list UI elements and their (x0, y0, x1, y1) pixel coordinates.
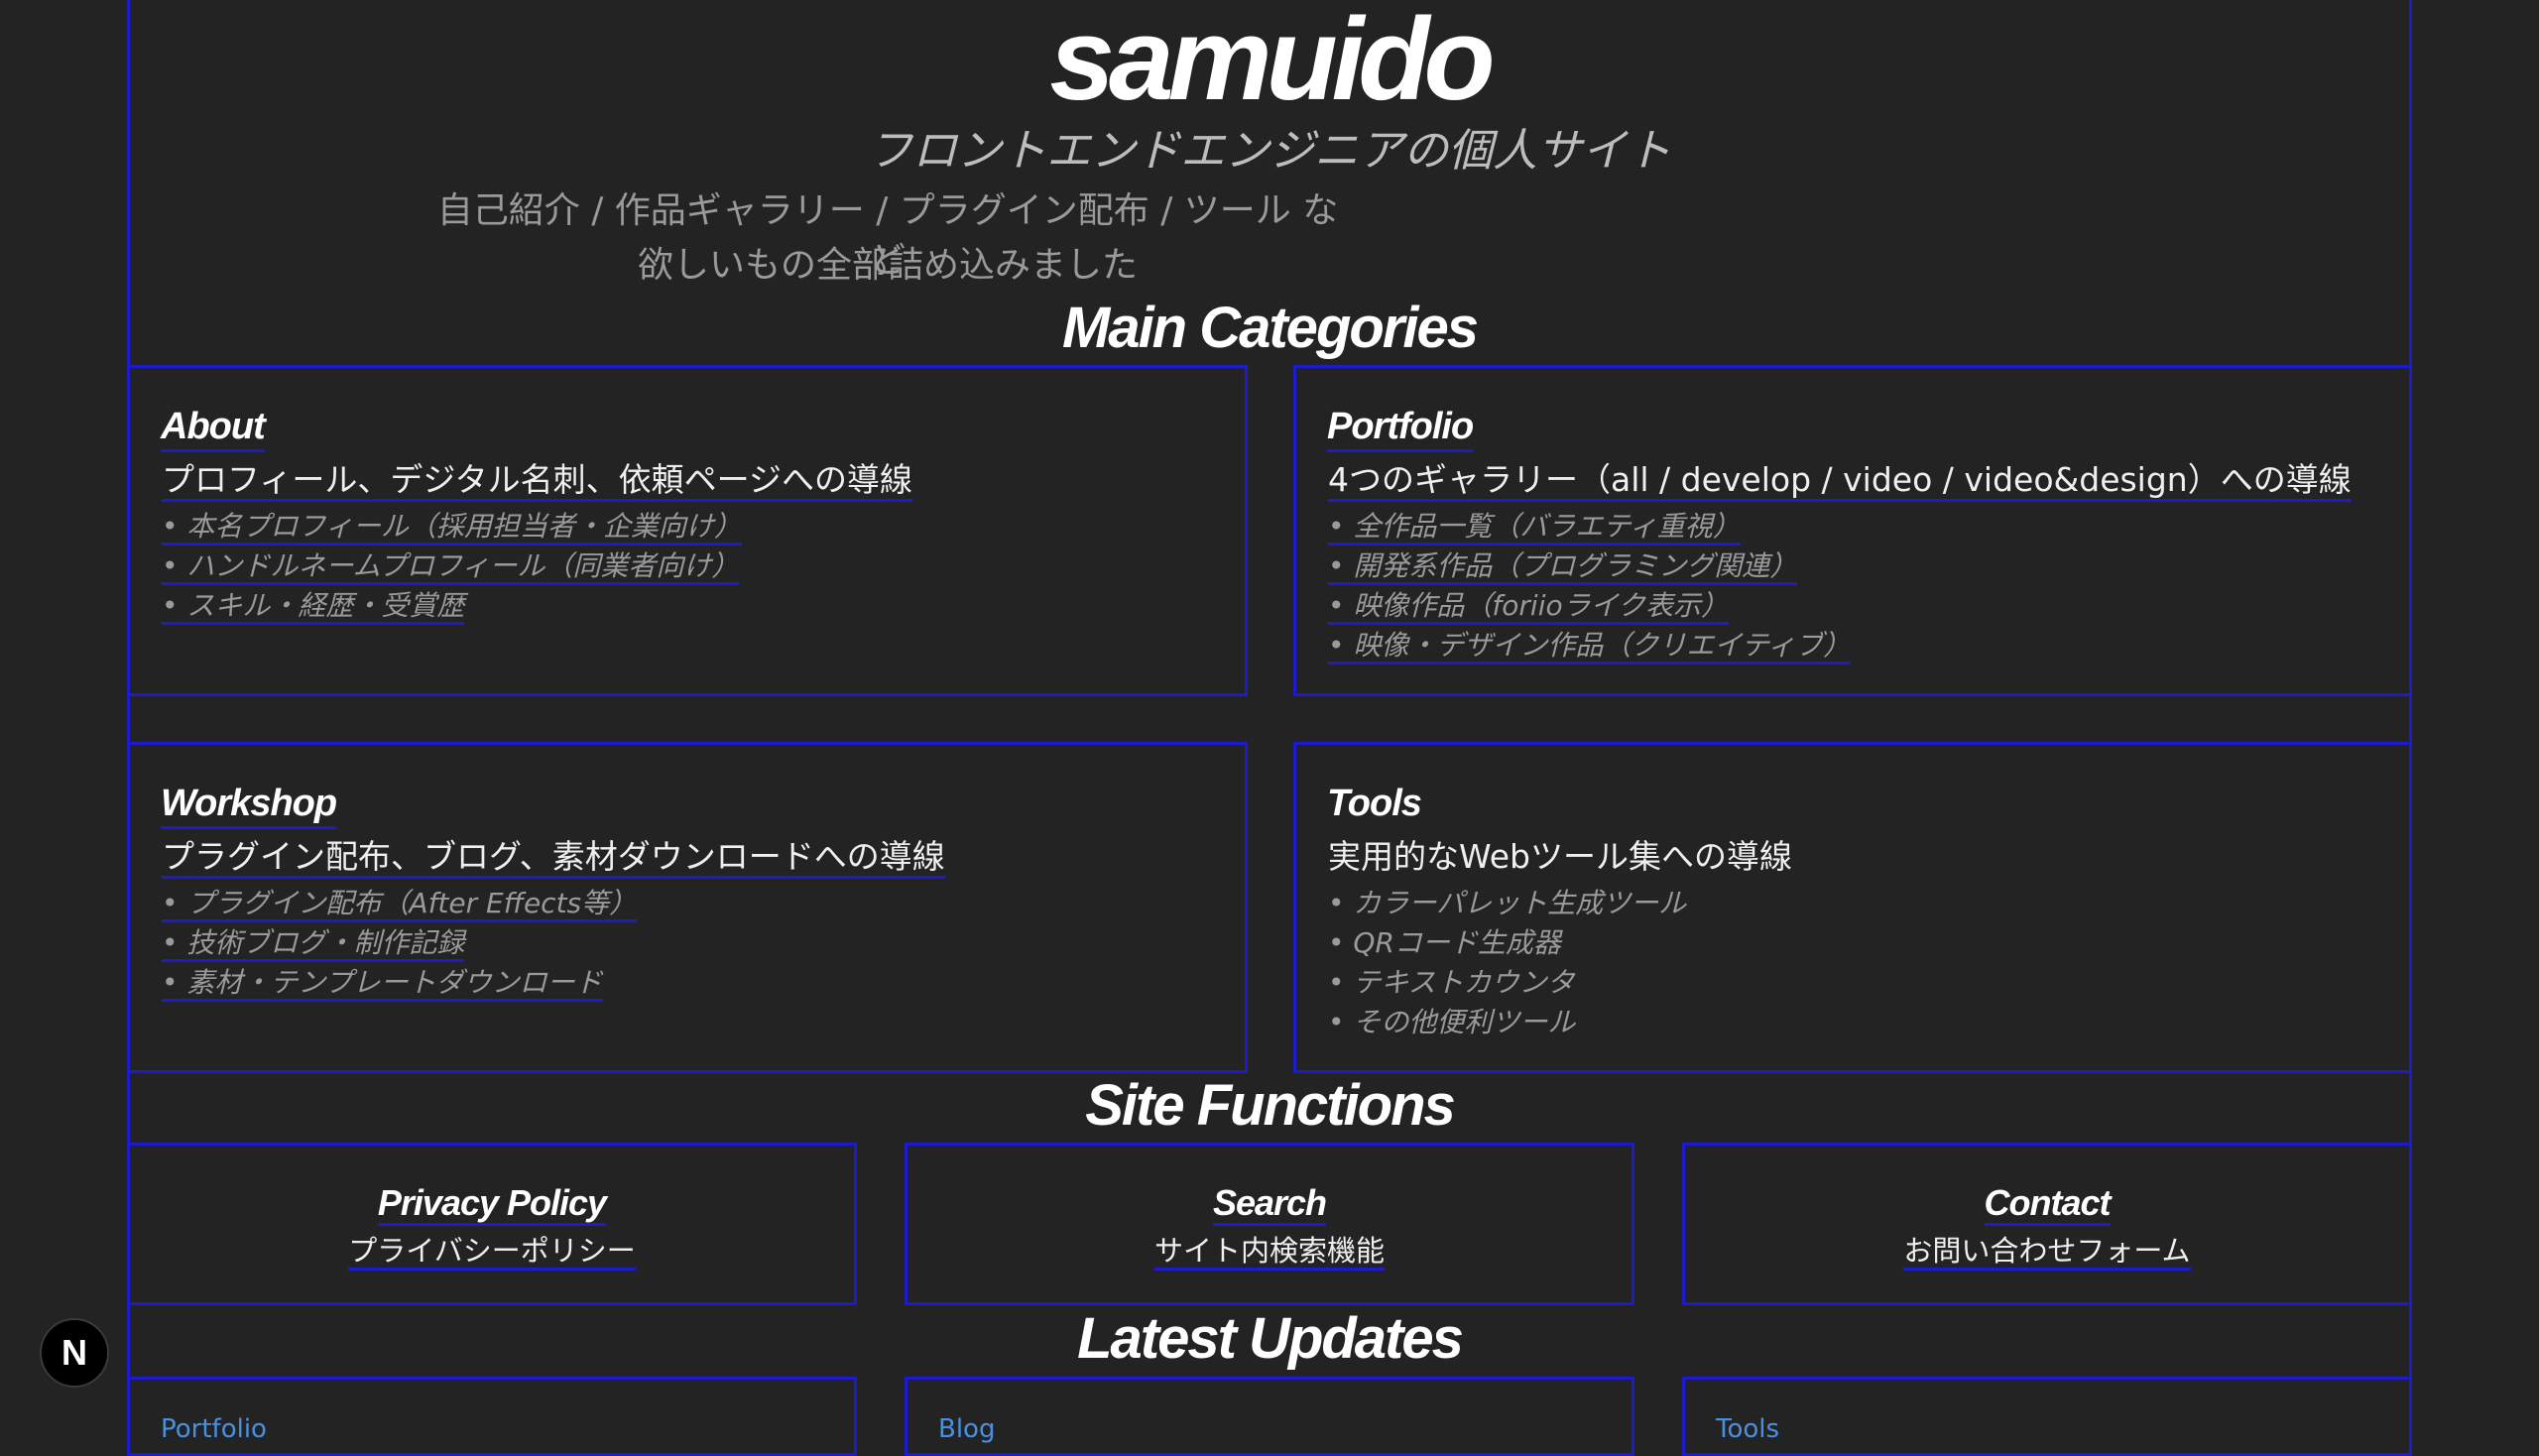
update-card[interactable]: Tools (1682, 1377, 2412, 1456)
update-card[interactable]: Blog (905, 1377, 1634, 1456)
category-subtitle: プロフィール、デジタル名刺、依頼ページへの導線 (162, 457, 913, 503)
list-item[interactable]: • テキストカウンタ (1328, 963, 1686, 1003)
list-item[interactable]: • 本名プロフィール（採用担当者・企業向け） (162, 507, 742, 546)
category-title[interactable]: Workshop (161, 781, 337, 829)
site-description-line2: 欲しいもの全部詰め込みました (637, 245, 1138, 286)
function-subtitle: プライバシーポリシー (130, 1231, 854, 1271)
site-tagline: フロントエンドエンジニアの個人サイト (867, 124, 1671, 177)
category-subtitle: 4つのギャラリー（all / develop / video / video&d… (1328, 457, 2352, 503)
list-item[interactable]: • カラーパレット生成ツール (1328, 884, 1686, 923)
update-category-label[interactable]: Blog (938, 1411, 995, 1447)
function-title[interactable]: Contact (1685, 1181, 2409, 1226)
category-item-list: • カラーパレット生成ツール • QRコード生成器 • テキストカウンタ • そ… (1328, 884, 1686, 1042)
category-title[interactable]: About (161, 404, 266, 452)
list-item[interactable]: • ハンドルネームプロフィール（同業者向け） (162, 546, 742, 586)
function-title[interactable]: Search (907, 1181, 1632, 1226)
category-item-list: • 全作品一覧（バラエティ重視） • 開発系作品（プログラミング関連） • 映像… (1328, 507, 1852, 666)
main-categories-heading: Main Categories (1062, 296, 1479, 360)
function-title[interactable]: Privacy Policy (130, 1181, 854, 1226)
list-item[interactable]: • QRコード生成器 (1328, 923, 1686, 963)
category-card-tools[interactable]: Tools 実用的なWebツール集への導線 • カラーパレット生成ツール • Q… (1293, 742, 2412, 1073)
list-item[interactable]: • その他便利ツール (1328, 1003, 1686, 1042)
update-card[interactable]: Portfolio (127, 1377, 857, 1456)
function-card-privacy-policy[interactable]: Privacy Policy プライバシーポリシー (127, 1143, 857, 1305)
list-item[interactable]: • プラグイン配布（After Effects等） (162, 884, 638, 923)
list-item[interactable]: • 技術ブログ・制作記録 (162, 923, 637, 963)
function-subtitle: サイト内検索機能 (907, 1231, 1632, 1271)
site-functions-heading: Site Functions (1085, 1073, 1456, 1138)
list-item[interactable]: • 映像作品（foriioライク表示） (1328, 586, 1851, 626)
category-subtitle: プラグイン配布、ブログ、素材ダウンロードへの導線 (162, 834, 945, 880)
list-item[interactable]: • スキル・経歴・受賞歴 (162, 586, 742, 626)
function-card-contact[interactable]: Contact お問い合わせフォーム (1682, 1143, 2412, 1305)
list-item[interactable]: • 映像・デザイン作品（クリエイティブ） (1328, 626, 1852, 666)
nextjs-dev-badge-icon[interactable]: N (40, 1318, 109, 1388)
category-item-list: • プラグイン配布（After Effects等） • 技術ブログ・制作記録 •… (162, 884, 638, 1003)
category-item-list: • 本名プロフィール（採用担当者・企業向け） • ハンドルネームプロフィール（同… (162, 507, 742, 626)
site-logo[interactable]: samuido (0, 0, 2539, 119)
category-card-about[interactable]: About プロフィール、デジタル名刺、依頼ページへの導線 • 本名プロフィール… (127, 365, 1248, 696)
list-item[interactable]: • 全作品一覧（バラエティ重視） (1328, 507, 1851, 546)
category-card-workshop[interactable]: Workshop プラグイン配布、ブログ、素材ダウンロードへの導線 • プラグイ… (127, 742, 1248, 1073)
list-item[interactable]: • 素材・テンプレートダウンロード (162, 963, 637, 1003)
update-category-label[interactable]: Portfolio (161, 1411, 267, 1447)
update-category-label[interactable]: Tools (1716, 1411, 1779, 1447)
function-card-search[interactable]: Search サイト内検索機能 (905, 1143, 1634, 1305)
category-card-portfolio[interactable]: Portfolio 4つのギャラリー（all / develop / video… (1293, 365, 2412, 696)
category-title[interactable]: Portfolio (1327, 404, 1474, 452)
function-subtitle: お問い合わせフォーム (1685, 1231, 2409, 1271)
category-subtitle: 実用的なWebツール集への導線 (1328, 837, 1792, 876)
latest-updates-heading: Latest Updates (1077, 1306, 1464, 1371)
list-item[interactable]: • 開発系作品（プログラミング関連） (1328, 546, 1851, 586)
category-title[interactable]: Tools (1327, 781, 1422, 826)
